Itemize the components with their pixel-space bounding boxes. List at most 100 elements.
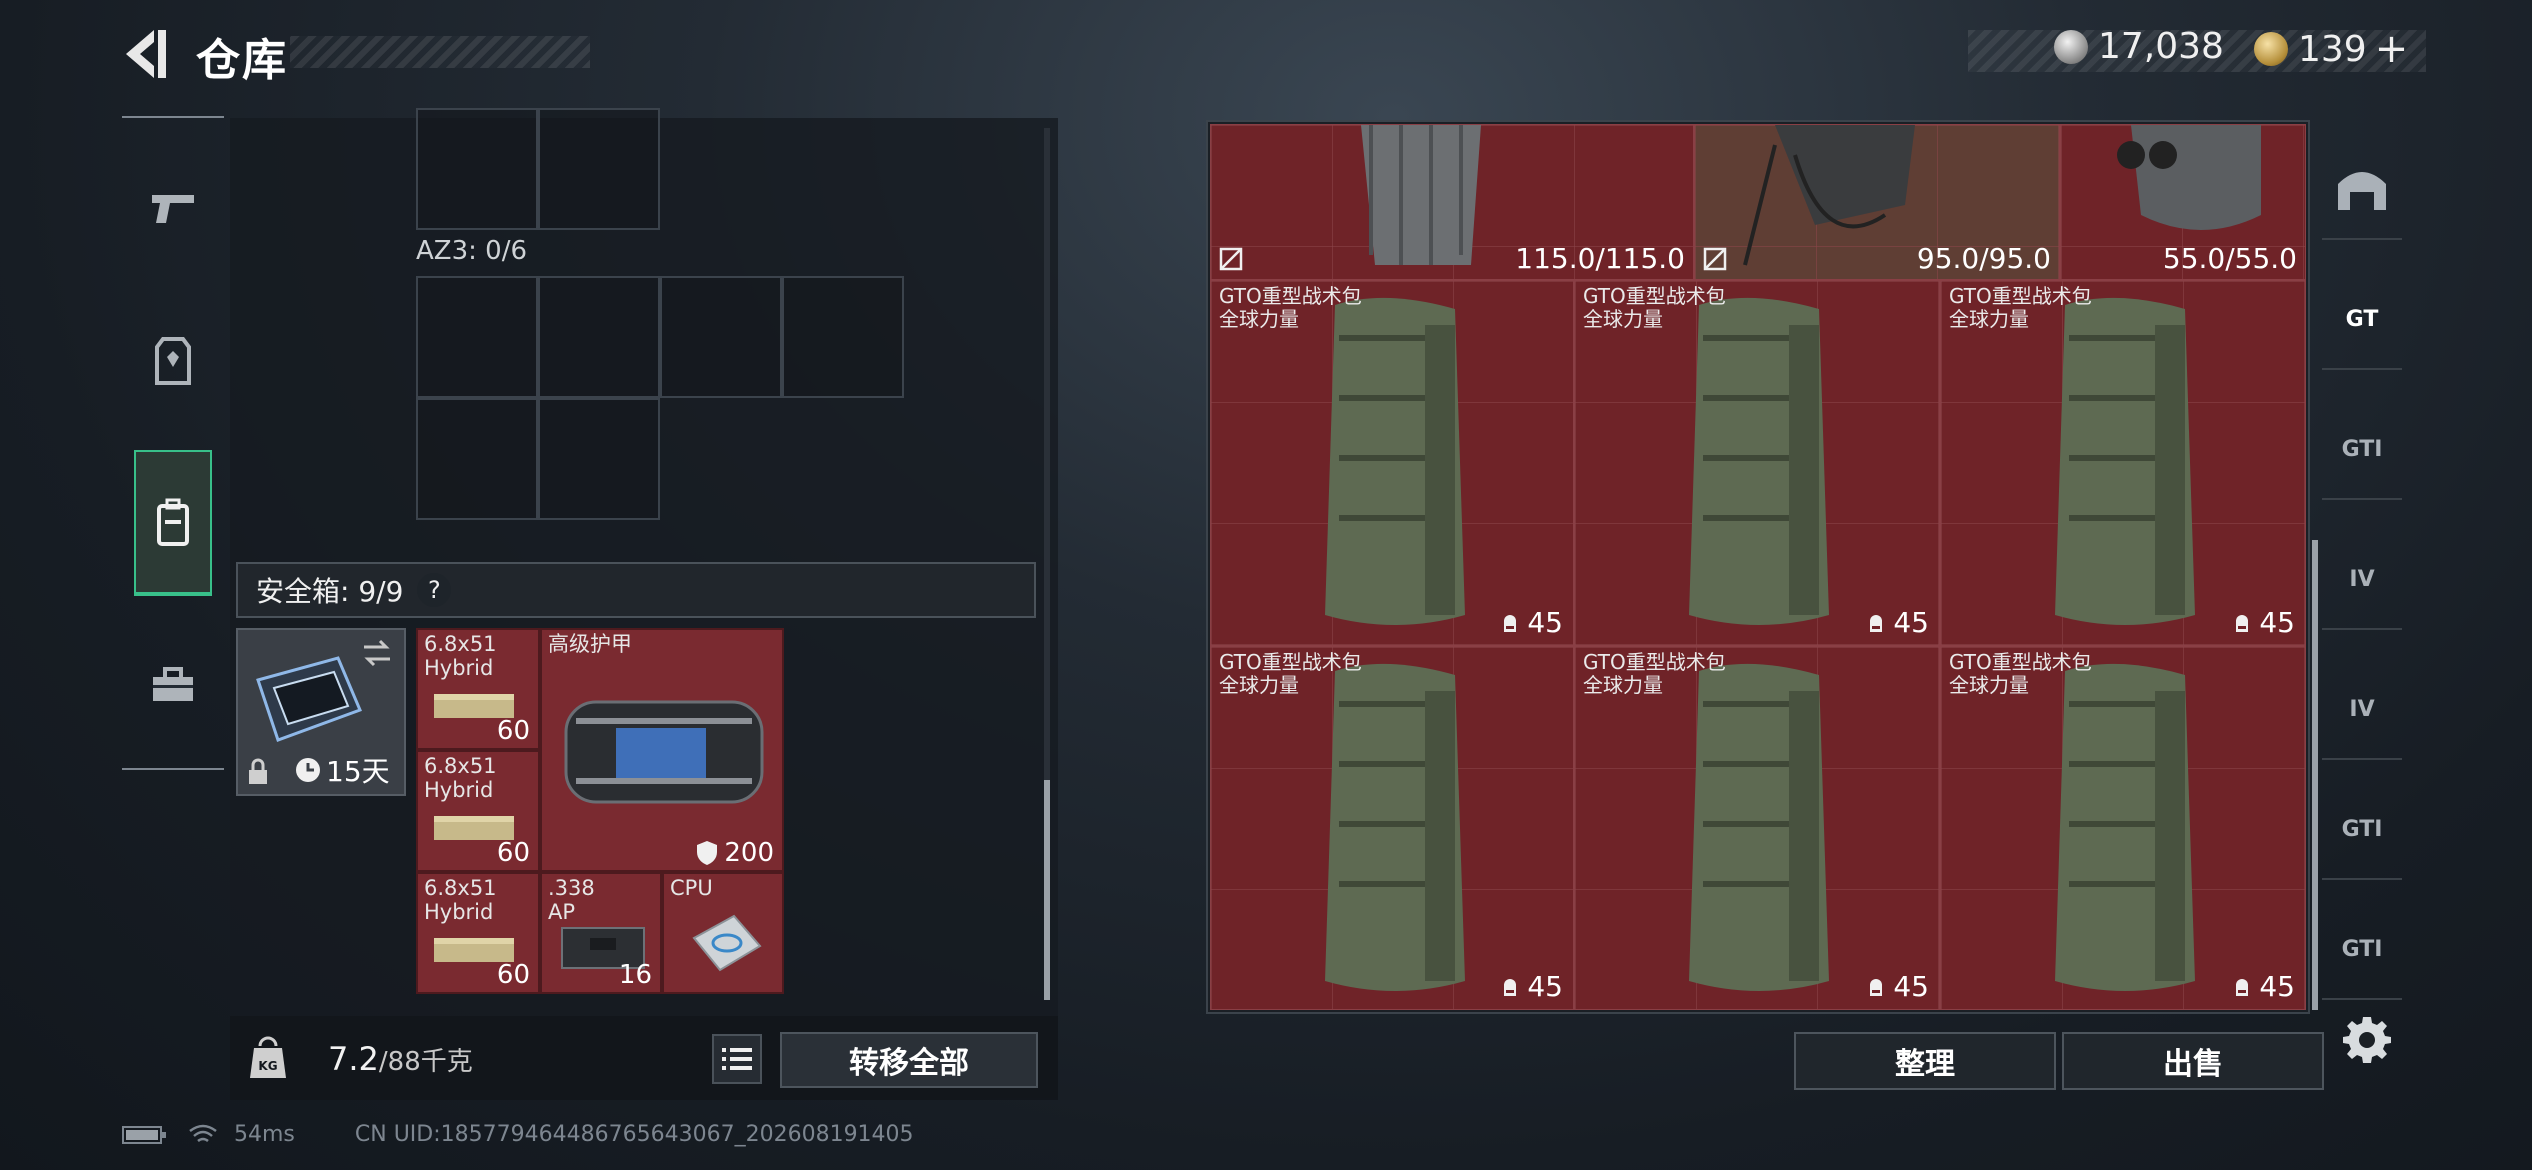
backpack-capacity: 45 bbox=[2259, 970, 2295, 1003]
silver-currency: 17,038 bbox=[2054, 26, 2224, 67]
storage-tab-main[interactable] bbox=[2322, 140, 2402, 240]
gear-slot[interactable] bbox=[782, 276, 904, 398]
scrollbar-thumb[interactable] bbox=[1044, 780, 1050, 1000]
backpack-image bbox=[1325, 297, 1465, 625]
gear-slot[interactable] bbox=[538, 276, 660, 398]
category-weapons[interactable] bbox=[134, 152, 212, 262]
storage-tab-label: IV bbox=[2349, 696, 2375, 722]
case-days-left: 15天 bbox=[326, 755, 390, 788]
storage-tab-label: GTI bbox=[2341, 936, 2383, 962]
ammo-slot[interactable]: 6.8x51 Hybrid 60 bbox=[416, 628, 540, 750]
backpack-item[interactable]: GTO重型战术包 全球力量 45 bbox=[1210, 646, 1574, 1010]
ammo-quantity: 60 bbox=[496, 838, 530, 868]
storage-tab-6[interactable]: GTI bbox=[2322, 900, 2402, 1000]
backpack-image bbox=[1325, 663, 1465, 991]
stash-item-top[interactable]: 95.0/95.0 bbox=[1694, 124, 2060, 280]
page-title: 仓库 bbox=[196, 35, 288, 86]
capacity-icon bbox=[1870, 978, 1883, 996]
add-currency-button[interactable]: + bbox=[2375, 26, 2409, 72]
pistol-icon bbox=[152, 195, 194, 223]
gear-slot[interactable] bbox=[416, 108, 538, 230]
backpack-image bbox=[2055, 663, 2195, 991]
ammo-name: 6.8x51 Hybrid bbox=[424, 876, 497, 924]
vest-icon bbox=[155, 337, 191, 385]
backpack-item[interactable]: GTO重型战术包 全球力量 45 bbox=[1210, 280, 1574, 646]
capacity-icon bbox=[1870, 614, 1883, 632]
ammo-name: .338 AP bbox=[548, 876, 595, 924]
ammo-quantity: 60 bbox=[496, 960, 530, 990]
backpack-item[interactable]: GTO重型战术包 全球力量 45 bbox=[1940, 280, 2306, 646]
status-bar: 54ms CN UID:18577946448676564306​7_20260… bbox=[122, 1122, 914, 1147]
backpack-name: GTO重型战术包 bbox=[1949, 650, 2092, 674]
backpack-brand: 全球力量 bbox=[1583, 673, 1663, 697]
backpack-capacity: 45 bbox=[1893, 606, 1929, 639]
backpack-item[interactable]: GTO重型战术包 全球力量 45 bbox=[1574, 280, 1940, 646]
cpu-name: CPU bbox=[670, 876, 713, 900]
storage-tab-label: GT bbox=[2345, 306, 2379, 332]
rig-item-image bbox=[1743, 125, 1915, 266]
cpu-slot[interactable]: CPU bbox=[662, 872, 784, 994]
stash-item-top[interactable]: 115.0/115.0 bbox=[1210, 124, 1694, 280]
ammo-slot[interactable]: 6.8x51 Hybrid 60 bbox=[416, 872, 540, 994]
storage-tab-3[interactable]: IV bbox=[2322, 530, 2402, 630]
backpack-capacity: 45 bbox=[1527, 970, 1563, 1003]
durability-icon bbox=[1219, 247, 1243, 271]
gear-slot[interactable] bbox=[660, 276, 782, 398]
storage-tab-label: GTI bbox=[2341, 436, 2383, 462]
armor-slot[interactable]: 高级护甲 200 bbox=[540, 628, 784, 872]
backpack-icon bbox=[157, 498, 189, 546]
sort-button[interactable]: 整理 bbox=[1794, 1032, 2056, 1090]
ammo-slot[interactable]: .338 AP 16 bbox=[540, 872, 662, 994]
list-view-button[interactable] bbox=[712, 1034, 762, 1084]
sell-button[interactable]: 出售 bbox=[2062, 1032, 2324, 1090]
secure-case-item[interactable]: 15天 bbox=[236, 628, 406, 796]
silver-coin-icon bbox=[2054, 29, 2088, 64]
armor-value: 200 bbox=[724, 838, 774, 868]
swap-icon[interactable] bbox=[360, 638, 394, 668]
cpu-chip-image bbox=[692, 914, 762, 972]
storage-tab-4[interactable]: IV bbox=[2322, 660, 2402, 760]
vault-icon bbox=[2338, 172, 2386, 210]
category-case[interactable] bbox=[134, 630, 212, 740]
gear-slot[interactable] bbox=[416, 398, 538, 520]
silver-amount: 17,038 bbox=[2098, 26, 2224, 67]
stash-scrollbar-thumb[interactable] bbox=[2312, 540, 2318, 1010]
gold-coin-icon bbox=[2254, 32, 2288, 66]
svg-text:KG: KG bbox=[258, 1059, 277, 1073]
secure-case-image bbox=[256, 656, 362, 742]
storage-tab-1[interactable]: GT bbox=[2322, 270, 2402, 370]
backpack-capacity: 45 bbox=[2259, 606, 2295, 639]
back-button[interactable] bbox=[120, 26, 170, 82]
shield-icon bbox=[697, 841, 718, 865]
category-gear[interactable] bbox=[134, 306, 212, 416]
storage-tab-5[interactable]: GTI bbox=[2322, 780, 2402, 880]
category-backpack[interactable] bbox=[134, 450, 212, 596]
weight-readout: 7.2/88千克 bbox=[328, 1040, 473, 1078]
backpack-item[interactable]: GTO重型战术包 全球力量 45 bbox=[1940, 646, 2306, 1010]
backpack-image bbox=[1689, 663, 1829, 991]
backpack-brand: 全球力量 bbox=[1583, 307, 1663, 331]
gear-slot[interactable] bbox=[538, 398, 660, 520]
help-button[interactable]: ? bbox=[417, 573, 452, 607]
gear-slot[interactable] bbox=[416, 276, 538, 398]
clock-icon bbox=[296, 758, 320, 782]
rail-divider-top bbox=[122, 116, 224, 118]
safe-box-header: 安全箱: 9/9 ? bbox=[236, 562, 1036, 618]
stash-item-top[interactable]: 55.0/55.0 bbox=[2060, 124, 2306, 280]
backpack-brand: 全球力量 bbox=[1949, 673, 2029, 697]
settings-button[interactable] bbox=[2338, 1010, 2396, 1068]
briefcase-icon bbox=[153, 667, 193, 701]
backpack-brand: 全球力量 bbox=[1219, 673, 1299, 697]
storage-tab-2[interactable]: GTI bbox=[2322, 400, 2402, 500]
rail-divider-bottom bbox=[122, 768, 224, 770]
ammo-slot[interactable]: 6.8x51 Hybrid 60 bbox=[416, 750, 540, 872]
gold-currency: 139 + bbox=[2254, 26, 2408, 72]
gold-amount: 139 bbox=[2298, 28, 2367, 70]
transfer-all-button[interactable]: 转移全部 bbox=[780, 1032, 1038, 1088]
gear-slot[interactable] bbox=[538, 108, 660, 230]
backpack-item[interactable]: GTO重型战术包 全球力量 45 bbox=[1574, 646, 1940, 1010]
storage-tab-label: IV bbox=[2349, 566, 2375, 592]
wifi-icon bbox=[189, 1124, 217, 1142]
weight-current: 7.2 bbox=[328, 1040, 379, 1078]
item-durability: 115.0/115.0 bbox=[1515, 242, 1685, 275]
